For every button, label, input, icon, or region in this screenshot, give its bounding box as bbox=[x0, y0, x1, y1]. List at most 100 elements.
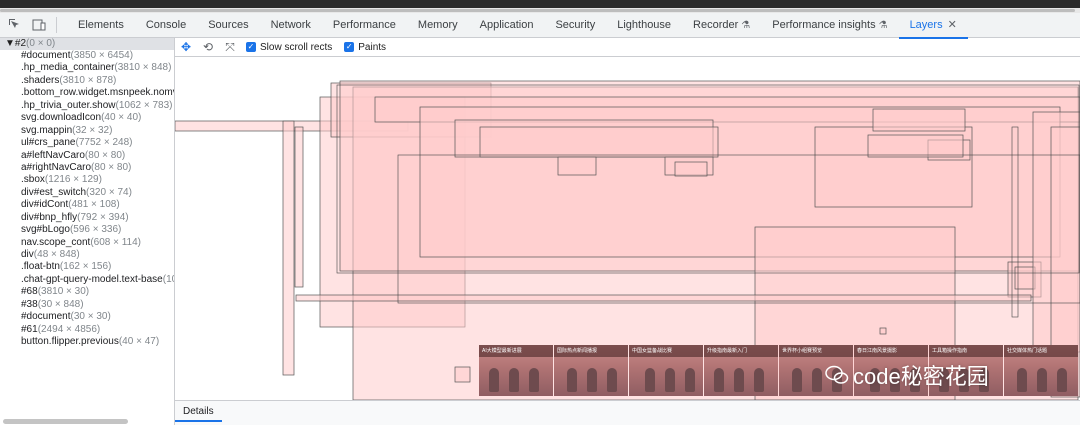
thumbnail-figure bbox=[1037, 368, 1047, 392]
tab-security[interactable]: Security bbox=[544, 13, 606, 38]
tab-sources[interactable]: Sources bbox=[197, 13, 259, 38]
tree-item[interactable]: nav.scope_cont(608 × 114) bbox=[0, 237, 174, 249]
tree-item-dims: (40 × 40) bbox=[101, 112, 142, 124]
tree-item-dims: (10 bbox=[162, 273, 174, 285]
layer-rect bbox=[879, 327, 887, 335]
tab-recorder[interactable]: Recorder ⚗ bbox=[682, 13, 761, 38]
tree-item[interactable]: .float-btn(162 × 156) bbox=[0, 261, 174, 273]
tree-item-name: div#idCont bbox=[21, 199, 69, 211]
tree-item-name: svg.mappin bbox=[21, 124, 73, 136]
inspect-element-icon[interactable] bbox=[6, 16, 24, 34]
tree-item[interactable]: a#leftNavCaro(80 × 80) bbox=[0, 150, 174, 162]
thumbnail-figure bbox=[734, 368, 744, 392]
tab-network[interactable]: Network bbox=[260, 13, 322, 38]
thumbnail-card[interactable]: 中国女篮备战比赛 bbox=[629, 345, 703, 396]
tree-item[interactable]: div(48 × 848) bbox=[0, 249, 174, 261]
thumbnail-card[interactable]: 社交媒体热门话题 bbox=[1004, 345, 1078, 396]
tab-application[interactable]: Application bbox=[469, 13, 545, 38]
tree-item[interactable]: svg.mappin(32 × 32) bbox=[0, 125, 174, 137]
tree-item-name: svg.downloadIcon bbox=[21, 112, 102, 124]
tree-item-dims: (40 × 47) bbox=[118, 336, 160, 348]
tree-item-name: .float-btn bbox=[21, 261, 60, 273]
tree-item-dims: (30 × 30) bbox=[70, 311, 111, 323]
pan-mode-icon[interactable]: ✥ bbox=[175, 40, 197, 54]
layer-rect bbox=[872, 108, 966, 132]
watermark-text: code秘密花园 bbox=[853, 364, 989, 389]
tab-label: Layers bbox=[909, 18, 943, 31]
close-icon[interactable]: ✕ bbox=[948, 19, 957, 31]
tree-scrollbar[interactable] bbox=[3, 419, 128, 424]
tree-item[interactable]: div#idCont(481 × 108) bbox=[0, 199, 174, 211]
tab-lighthouse[interactable]: Lighthouse bbox=[606, 13, 682, 38]
tab-layers[interactable]: Layers ✕ bbox=[898, 13, 969, 39]
tree-item[interactable]: .hp_trivia_outer.show(1062 × 783) bbox=[0, 100, 174, 112]
thumbnail-figure bbox=[714, 368, 724, 392]
slow-scroll-rects-checkbox[interactable]: ✓ Slow scroll rects bbox=[246, 42, 332, 53]
thumbnail-card[interactable]: 升级指南最新入门 bbox=[704, 345, 778, 396]
tab-details[interactable]: Details bbox=[175, 401, 222, 422]
tree-item-name: .sbox bbox=[21, 174, 45, 186]
tree-item[interactable]: .bottom_row.widget.msnpeek.nomvs bbox=[0, 87, 174, 99]
tree-root-item[interactable]: ▼#2(0 × 0) bbox=[0, 38, 174, 50]
tree-item[interactable]: #68(3810 × 30) bbox=[0, 286, 174, 298]
experimental-flask-icon: ⚗ bbox=[741, 19, 751, 31]
tree-item[interactable]: svg#bLogo(596 × 336) bbox=[0, 224, 174, 236]
thumbnail-card[interactable]: 国际热点新闻播报 bbox=[554, 345, 628, 396]
tree-item-name: div bbox=[21, 249, 34, 260]
thumbnail-figure bbox=[607, 368, 617, 392]
tree-item[interactable]: #document(3850 × 6454) bbox=[0, 50, 174, 62]
thumbnail-card[interactable]: AI大模型最新进展 bbox=[479, 345, 553, 396]
tree-item-dims: (2494 × 4856) bbox=[37, 323, 101, 335]
tree-item[interactable]: .chat-gpt-query-model.text-base(10 bbox=[0, 274, 174, 286]
watermark: code秘密花园 bbox=[825, 359, 989, 391]
tree-item[interactable]: .sbox(1216 × 129) bbox=[0, 174, 174, 186]
device-toggle-icon[interactable] bbox=[30, 16, 48, 34]
layer-rect bbox=[295, 294, 1032, 302]
tree-item[interactable]: #61(2494 × 4856) bbox=[0, 324, 174, 336]
tree-list: #document(3850 × 6454) .hp_media_containe… bbox=[0, 50, 174, 349]
tree-item-dims: (162 × 156) bbox=[59, 261, 112, 273]
tree-item-dims: (3810 × 848) bbox=[114, 62, 172, 74]
tab-performance[interactable]: Performance bbox=[322, 13, 407, 38]
rotate-mode-icon[interactable]: ⟲ bbox=[197, 40, 219, 54]
tab-console[interactable]: Console bbox=[135, 13, 197, 38]
tab-label: Security bbox=[555, 18, 596, 31]
tab-memory[interactable]: Memory bbox=[407, 13, 469, 38]
thumbnail-figure bbox=[489, 368, 499, 392]
layers-tree-panel: ▼#2(0 × 0) #document(3850 × 6454) .hp_med… bbox=[0, 38, 175, 425]
tree-item-name: a#leftNavCaro bbox=[21, 149, 85, 161]
tree-item-name: #document bbox=[21, 311, 71, 323]
tab-elements[interactable]: Elements bbox=[67, 13, 135, 38]
tab-label: Application bbox=[479, 18, 534, 31]
layers-toolbar: ✥ ⟲ ⤧ ✓ Slow scroll rects ✓ Paints bbox=[175, 38, 1080, 57]
layer-rect bbox=[294, 126, 304, 288]
thumbnail-figure bbox=[754, 368, 764, 392]
tree-item-dims: (3810 × 878) bbox=[59, 74, 117, 86]
layer-rect bbox=[674, 161, 708, 177]
tree-item-dims: (608 × 114) bbox=[90, 236, 141, 248]
thumbnail-caption: 社交媒体热门话题 bbox=[1004, 345, 1078, 357]
tree-item-name: div#bnp_hfly bbox=[21, 211, 78, 223]
tree-item[interactable]: div#bnp_hfly(792 × 394) bbox=[0, 212, 174, 224]
tree-item[interactable]: #38(30 × 848) bbox=[0, 299, 174, 311]
tree-item-dims: (481 × 108) bbox=[68, 199, 120, 211]
tree-item-name: #61 bbox=[21, 323, 38, 335]
tree-item[interactable]: a#rightNavCaro(80 × 80) bbox=[0, 162, 174, 174]
tree-item-dims: (48 × 848) bbox=[33, 249, 80, 260]
tree-item[interactable]: #document(30 × 30) bbox=[0, 311, 174, 323]
tree-item[interactable]: svg.downloadIcon(40 × 40) bbox=[0, 112, 174, 124]
tree-item-dims: (80 × 80) bbox=[84, 149, 126, 161]
thumbnail-caption: 中国女篮备战比赛 bbox=[629, 345, 703, 357]
layers-3d-canvas[interactable]: AI大模型最新进展 国际热点新闻播报 中国女篮备战比赛 升级指南最新入门 世界杯小组赛预… bbox=[175, 57, 1080, 400]
tree-item-name: .shaders bbox=[21, 74, 60, 86]
tree-item[interactable]: button.flipper.previous(40 × 47) bbox=[0, 336, 174, 348]
tree-item[interactable]: ul#crs_pane(7752 × 248) bbox=[0, 137, 174, 149]
tree-item[interactable]: .shaders(3810 × 878) bbox=[0, 75, 174, 87]
tree-item[interactable]: div#est_switch(320 × 74) bbox=[0, 187, 174, 199]
paints-checkbox[interactable]: ✓ Paints bbox=[344, 42, 386, 53]
tree-item[interactable]: .hp_media_container(3810 × 848) bbox=[0, 62, 174, 74]
reset-transform-icon[interactable]: ⤧ bbox=[219, 40, 241, 55]
thumbnail-strip: AI大模型最新进展 国际热点新闻播报 中国女篮备战比赛 升级指南最新入门 世界杯小组赛预… bbox=[479, 345, 1080, 396]
tab-performance-insights[interactable]: Performance insights ⚗ bbox=[761, 13, 898, 38]
thumbnail-figure bbox=[645, 368, 655, 392]
